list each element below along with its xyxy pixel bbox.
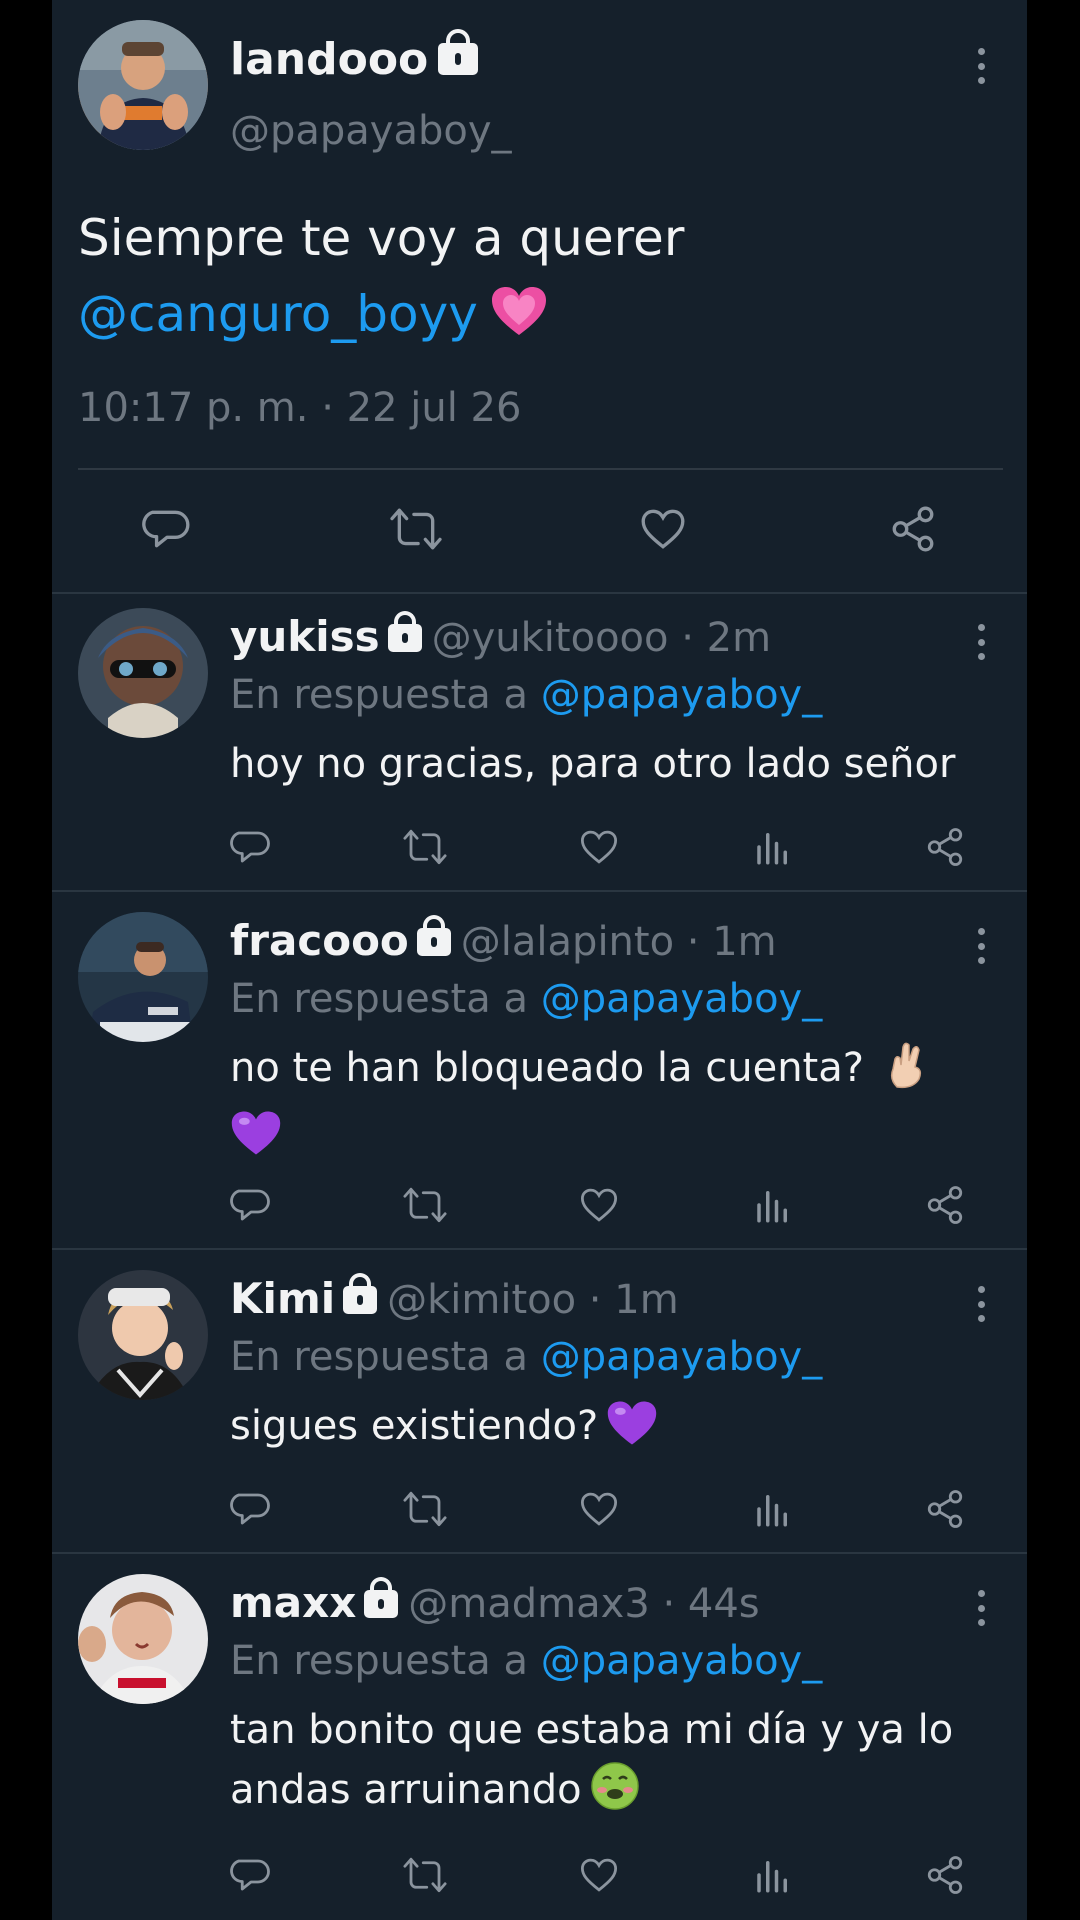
analytics-icon[interactable]: [752, 1854, 794, 1896]
reply-text-content: no te han bloqueado la cuenta?: [230, 1045, 864, 1091]
reply-tweet[interactable]: maxx @madmax3 · 44s En respuesta a @papay…: [52, 1560, 1027, 1920]
reply-icon[interactable]: [230, 1488, 272, 1530]
mention-link[interactable]: @papayaboy_: [541, 1334, 823, 1380]
avatar[interactable]: [78, 912, 208, 1042]
reply-header: fracooo @lalapinto · 1m: [230, 915, 777, 965]
avatar[interactable]: [78, 1574, 208, 1704]
reply-tweet[interactable]: Kimi @kimitoo · 1m En respuesta a @papaya…: [52, 1256, 1027, 1552]
main-tweet[interactable]: landooo @papayaboy_ Siempre te voy a que…: [52, 0, 1027, 590]
display-name-text[interactable]: landooo: [230, 34, 428, 85]
replying-to: En respuesta a @papayaboy_: [230, 976, 822, 1022]
replying-to-label: En respuesta a: [230, 672, 528, 718]
timestamp: 10:17 p. m. · 22 jul 26: [78, 385, 522, 431]
mention-link[interactable]: @papayaboy_: [541, 976, 823, 1022]
tweet-text: Siempre te voy a querer @canguro_boyy: [78, 200, 978, 352]
retweet-icon[interactable]: [402, 1184, 448, 1226]
replying-to-label: En respuesta a: [230, 976, 528, 1022]
display-name[interactable]: yukiss: [230, 612, 380, 661]
reply-text: hoy no gracias, para otro lado señor: [230, 741, 956, 787]
retweet-icon[interactable]: [388, 504, 444, 554]
reply-tweet[interactable]: fracooo @lalapinto · 1m En respuesta a @p…: [52, 898, 1027, 1248]
purple-heart-emoji: [606, 1399, 658, 1464]
tweet-text-line: Siempre te voy a querer: [78, 209, 685, 267]
analytics-icon[interactable]: [752, 826, 794, 868]
replying-to-label: En respuesta a: [230, 1334, 528, 1380]
share-icon[interactable]: [924, 826, 966, 868]
more-options-icon[interactable]: [975, 1286, 987, 1322]
more-options-icon[interactable]: [975, 928, 987, 964]
like-icon[interactable]: [638, 504, 688, 554]
mention-link[interactable]: @papayaboy_: [541, 672, 823, 718]
handle-and-time[interactable]: @yukitoooo · 2m: [432, 615, 771, 661]
like-icon[interactable]: [578, 1184, 620, 1226]
pink-heart-emoji: [490, 282, 548, 335]
display-name[interactable]: Kimi: [230, 1274, 335, 1323]
reply-icon[interactable]: [142, 504, 192, 554]
divider: [52, 1552, 1027, 1554]
avatar[interactable]: [78, 20, 208, 150]
like-icon[interactable]: [578, 1854, 620, 1896]
more-options-icon[interactable]: [975, 48, 987, 84]
purple-heart-emoji: [230, 1109, 282, 1174]
tweet-screen: landooo @papayaboy_ Siempre te voy a que…: [52, 0, 1027, 1920]
reply-header: Kimi @kimitoo · 1m: [230, 1273, 679, 1323]
share-icon[interactable]: [888, 504, 938, 554]
handle-and-time[interactable]: @lalapinto · 1m: [461, 919, 777, 965]
reply-text-content: sigues existiendo?: [230, 1403, 599, 1449]
reply-icon[interactable]: [230, 1854, 272, 1896]
reply-tweet[interactable]: yukiss @yukitoooo · 2m En respuesta a @pa…: [52, 594, 1027, 890]
share-icon[interactable]: [924, 1854, 966, 1896]
like-icon[interactable]: [578, 826, 620, 868]
share-icon[interactable]: [924, 1184, 966, 1226]
mention-link[interactable]: @canguro_boyy: [78, 285, 478, 343]
more-options-icon[interactable]: [975, 1590, 987, 1626]
display-name[interactable]: maxx: [230, 1578, 356, 1627]
analytics-icon[interactable]: [752, 1184, 794, 1226]
lock-icon: [364, 1577, 399, 1618]
nauseated-face-emoji: [590, 1761, 640, 1828]
crossed-fingers-emoji: [885, 1039, 929, 1106]
retweet-icon[interactable]: [402, 1488, 448, 1530]
handle[interactable]: @papayaboy_: [230, 108, 512, 154]
reply-header: yukiss @yukitoooo · 2m: [230, 611, 771, 661]
reply-text: tan bonito que estaba mi día y ya lo and…: [230, 1700, 990, 1828]
lock-icon: [387, 611, 422, 652]
divider: [52, 1248, 1027, 1250]
retweet-icon[interactable]: [402, 1854, 448, 1896]
reply-text: sigues existiendo?: [230, 1396, 990, 1464]
replying-to-label: En respuesta a: [230, 1638, 528, 1684]
replying-to: En respuesta a @papayaboy_: [230, 1638, 822, 1684]
display-name[interactable]: fracooo: [230, 916, 409, 965]
retweet-icon[interactable]: [402, 826, 448, 868]
avatar[interactable]: [78, 1270, 208, 1400]
mention-link[interactable]: @papayaboy_: [541, 1638, 823, 1684]
replying-to: En respuesta a @papayaboy_: [230, 1334, 822, 1380]
display-name[interactable]: landooo: [230, 29, 479, 85]
analytics-icon[interactable]: [752, 1488, 794, 1530]
reply-header: maxx @madmax3 · 44s: [230, 1577, 760, 1627]
like-icon[interactable]: [578, 1488, 620, 1530]
reply-text: no te han bloqueado la cuenta?: [230, 1038, 990, 1174]
replying-to: En respuesta a @papayaboy_: [230, 672, 822, 718]
reply-icon[interactable]: [230, 1184, 272, 1226]
lock-icon: [416, 915, 451, 956]
divider: [78, 468, 1003, 470]
share-icon[interactable]: [924, 1488, 966, 1530]
avatar[interactable]: [78, 608, 208, 738]
lock-icon: [343, 1273, 378, 1314]
handle-and-time[interactable]: @madmax3 · 44s: [408, 1581, 759, 1627]
more-options-icon[interactable]: [975, 624, 987, 660]
reply-icon[interactable]: [230, 826, 272, 868]
lock-icon: [438, 29, 479, 75]
divider: [52, 890, 1027, 892]
handle-and-time[interactable]: @kimitoo · 1m: [387, 1277, 679, 1323]
